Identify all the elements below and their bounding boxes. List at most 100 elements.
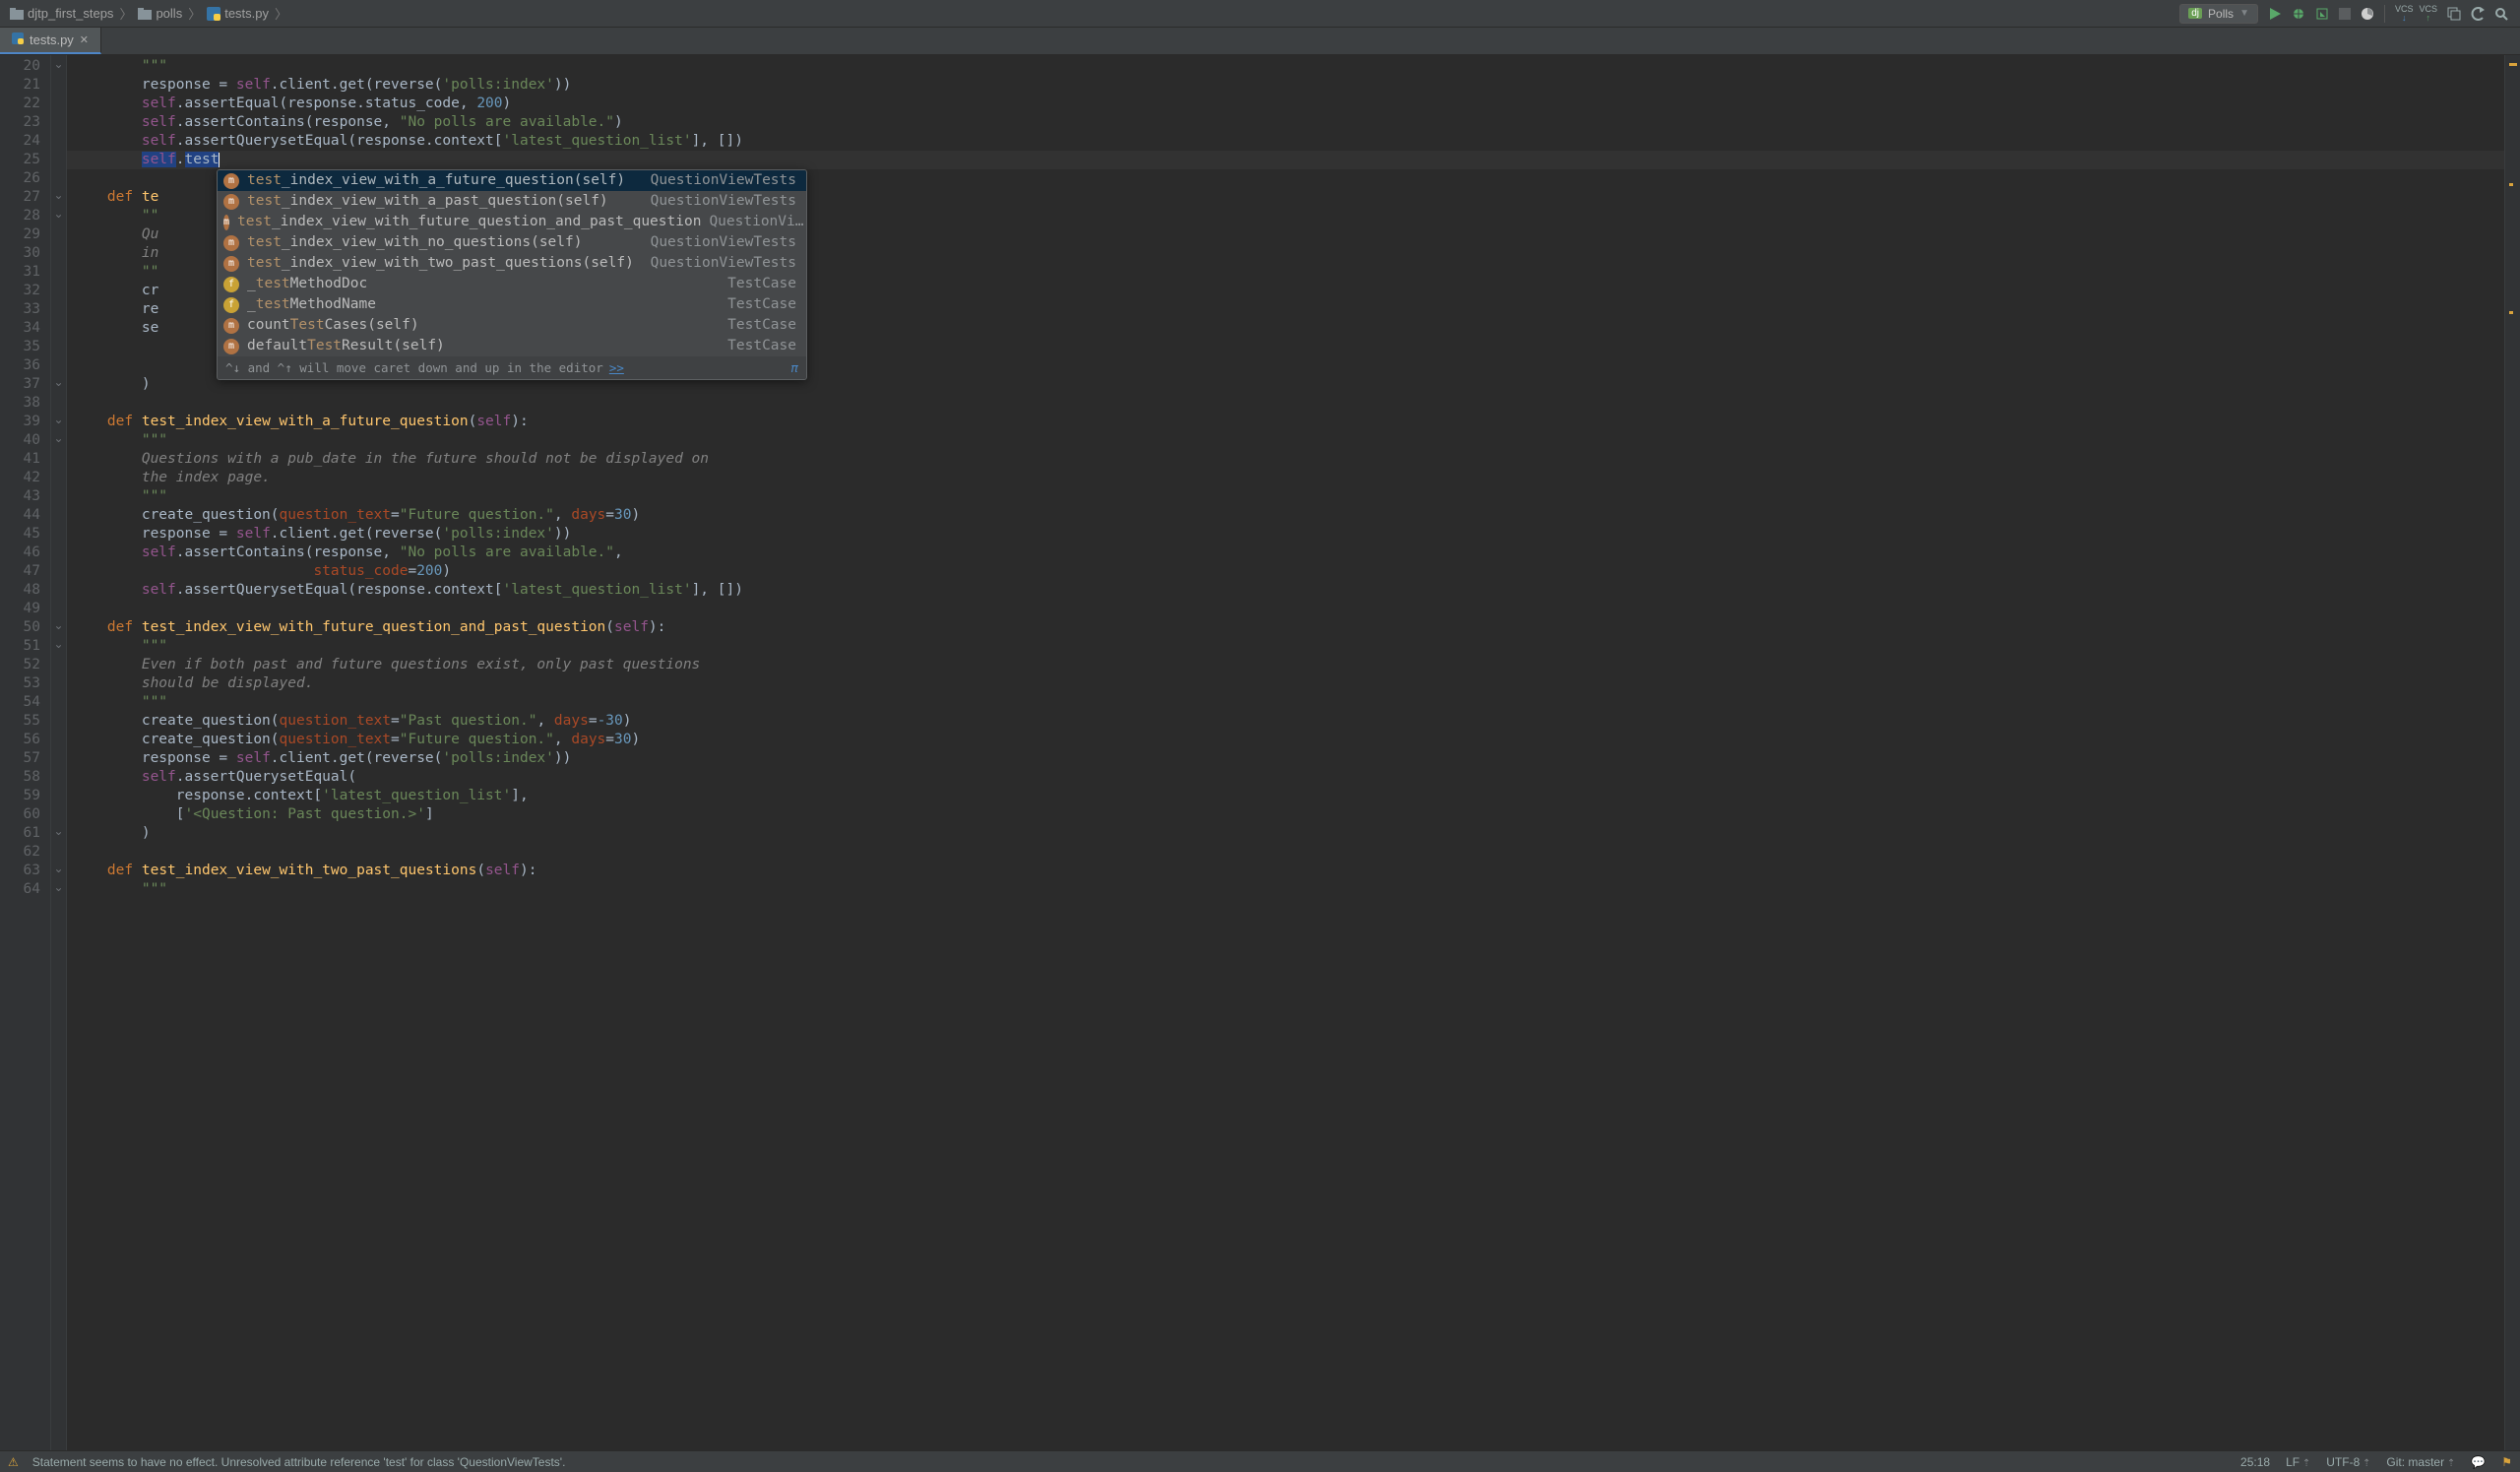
- line-number[interactable]: 26: [0, 169, 40, 188]
- coverage-icon[interactable]: [2315, 7, 2329, 21]
- completion-item[interactable]: mtest_index_view_with_future_question_an…: [218, 212, 806, 232]
- completion-item[interactable]: mcountTestCases(self)TestCase: [218, 315, 806, 336]
- code-line[interactable]: [67, 843, 2504, 862]
- code-line[interactable]: def test_index_view_with_two_past_questi…: [67, 862, 2504, 880]
- line-number[interactable]: 51: [0, 637, 40, 656]
- completion-item[interactable]: mtest_index_view_with_two_past_questions…: [218, 253, 806, 274]
- breadcrumb-item[interactable]: polls: [138, 6, 182, 21]
- line-number[interactable]: 20: [0, 57, 40, 76]
- completion-item[interactable]: mdefaultTestResult(self)TestCase: [218, 336, 806, 356]
- fold-toggle[interactable]: ⌄: [51, 373, 66, 392]
- code-line[interactable]: ['<Question: Past question.>']: [67, 805, 2504, 824]
- fold-toggle[interactable]: [51, 467, 66, 485]
- line-number[interactable]: 53: [0, 674, 40, 693]
- fold-toggle[interactable]: [51, 485, 66, 504]
- fold-toggle[interactable]: [51, 691, 66, 710]
- completion-item[interactable]: f_testMethodNameTestCase: [218, 294, 806, 315]
- fold-toggle[interactable]: [51, 336, 66, 354]
- line-number[interactable]: 64: [0, 880, 40, 899]
- warning-marker[interactable]: [2509, 63, 2517, 66]
- code-line[interactable]: self.assertEqual(response.status_code, 2…: [67, 95, 2504, 113]
- line-number[interactable]: 30: [0, 244, 40, 263]
- fold-toggle[interactable]: [51, 598, 66, 616]
- line-number[interactable]: 35: [0, 338, 40, 356]
- line-number[interactable]: 38: [0, 394, 40, 413]
- fold-toggle[interactable]: [51, 747, 66, 766]
- line-number[interactable]: 28: [0, 207, 40, 225]
- completion-item[interactable]: mtest_index_view_with_a_future_question(…: [218, 170, 806, 191]
- completion-item[interactable]: mtest_index_view_with_a_past_question(se…: [218, 191, 806, 212]
- line-number[interactable]: 37: [0, 375, 40, 394]
- line-number[interactable]: 43: [0, 487, 40, 506]
- line-number[interactable]: 32: [0, 282, 40, 300]
- completion-popup[interactable]: mtest_index_view_with_a_future_question(…: [217, 169, 807, 380]
- fold-toggle[interactable]: [51, 654, 66, 672]
- search-icon[interactable]: [2494, 7, 2508, 21]
- breadcrumb-item[interactable]: djtp_first_steps: [10, 6, 113, 21]
- code-line[interactable]: Even if both past and future questions e…: [67, 656, 2504, 674]
- line-number[interactable]: 47: [0, 562, 40, 581]
- line-number[interactable]: 62: [0, 843, 40, 862]
- code-line[interactable]: """: [67, 487, 2504, 506]
- line-number[interactable]: 42: [0, 469, 40, 487]
- fold-toggle[interactable]: [51, 710, 66, 729]
- line-number[interactable]: 41: [0, 450, 40, 469]
- line-number[interactable]: 55: [0, 712, 40, 731]
- code-line[interactable]: ): [67, 824, 2504, 843]
- fold-toggle[interactable]: ⌄: [51, 205, 66, 224]
- fold-toggle[interactable]: [51, 354, 66, 373]
- line-number[interactable]: 23: [0, 113, 40, 132]
- code-line[interactable]: response.context['latest_question_list']…: [67, 787, 2504, 805]
- warning-marker[interactable]: [2509, 311, 2513, 314]
- fold-toggle[interactable]: [51, 841, 66, 860]
- profile-icon[interactable]: [2361, 7, 2374, 21]
- code-line[interactable]: def test_index_view_with_a_future_questi…: [67, 413, 2504, 431]
- line-number[interactable]: 59: [0, 787, 40, 805]
- fold-toggle[interactable]: [51, 167, 66, 186]
- line-number[interactable]: 63: [0, 862, 40, 880]
- fold-toggle[interactable]: [51, 74, 66, 93]
- fold-toggle[interactable]: [51, 93, 66, 111]
- code-line[interactable]: create_question(question_text="Past ques…: [67, 712, 2504, 731]
- line-number[interactable]: 54: [0, 693, 40, 712]
- code-line[interactable]: response = self.client.get(reverse('poll…: [67, 76, 2504, 95]
- code-line[interactable]: self.assertContains(response, "No polls …: [67, 113, 2504, 132]
- fold-toggle[interactable]: [51, 672, 66, 691]
- fold-toggle[interactable]: [51, 317, 66, 336]
- line-number[interactable]: 24: [0, 132, 40, 151]
- fold-toggle[interactable]: [51, 729, 66, 747]
- line-number[interactable]: 21: [0, 76, 40, 95]
- fold-toggle[interactable]: [51, 280, 66, 298]
- run-icon[interactable]: [2268, 7, 2282, 21]
- line-number[interactable]: 50: [0, 618, 40, 637]
- code-line[interactable]: response = self.client.get(reverse('poll…: [67, 749, 2504, 768]
- line-number[interactable]: 31: [0, 263, 40, 282]
- revert-icon[interactable]: [2471, 7, 2485, 21]
- fold-gutter[interactable]: ⌄⌄⌄⌄⌄⌄⌄⌄⌄⌄⌄: [51, 55, 67, 1450]
- caret-position[interactable]: 25:18: [2240, 1455, 2270, 1469]
- warning-icon[interactable]: ⚠: [8, 1455, 19, 1469]
- code-line[interactable]: the index page.: [67, 469, 2504, 487]
- fold-toggle[interactable]: [51, 149, 66, 167]
- fold-toggle[interactable]: [51, 766, 66, 785]
- fold-toggle[interactable]: [51, 579, 66, 598]
- code-line[interactable]: def test_index_view_with_future_question…: [67, 618, 2504, 637]
- fold-toggle[interactable]: ⌄: [51, 55, 66, 74]
- line-number[interactable]: 56: [0, 731, 40, 749]
- line-number[interactable]: 36: [0, 356, 40, 375]
- run-configuration-selector[interactable]: dj Polls ▼: [2179, 4, 2258, 24]
- code-line[interactable]: self.assertQuerysetEqual(: [67, 768, 2504, 787]
- fold-toggle[interactable]: [51, 242, 66, 261]
- fold-toggle[interactable]: [51, 785, 66, 803]
- fold-toggle[interactable]: ⌄: [51, 860, 66, 878]
- fold-toggle[interactable]: [51, 224, 66, 242]
- fold-toggle[interactable]: ⌄: [51, 635, 66, 654]
- code-area[interactable]: """ response = self.client.get(reverse('…: [67, 55, 2504, 1450]
- line-number[interactable]: 27: [0, 188, 40, 207]
- fold-toggle[interactable]: ⌄: [51, 616, 66, 635]
- debug-icon[interactable]: [2292, 7, 2305, 21]
- code-line[interactable]: self.assertQuerysetEqual(response.contex…: [67, 581, 2504, 600]
- code-line[interactable]: self.assertQuerysetEqual(response.contex…: [67, 132, 2504, 151]
- code-line[interactable]: [67, 600, 2504, 618]
- completion-item[interactable]: f_testMethodDocTestCase: [218, 274, 806, 294]
